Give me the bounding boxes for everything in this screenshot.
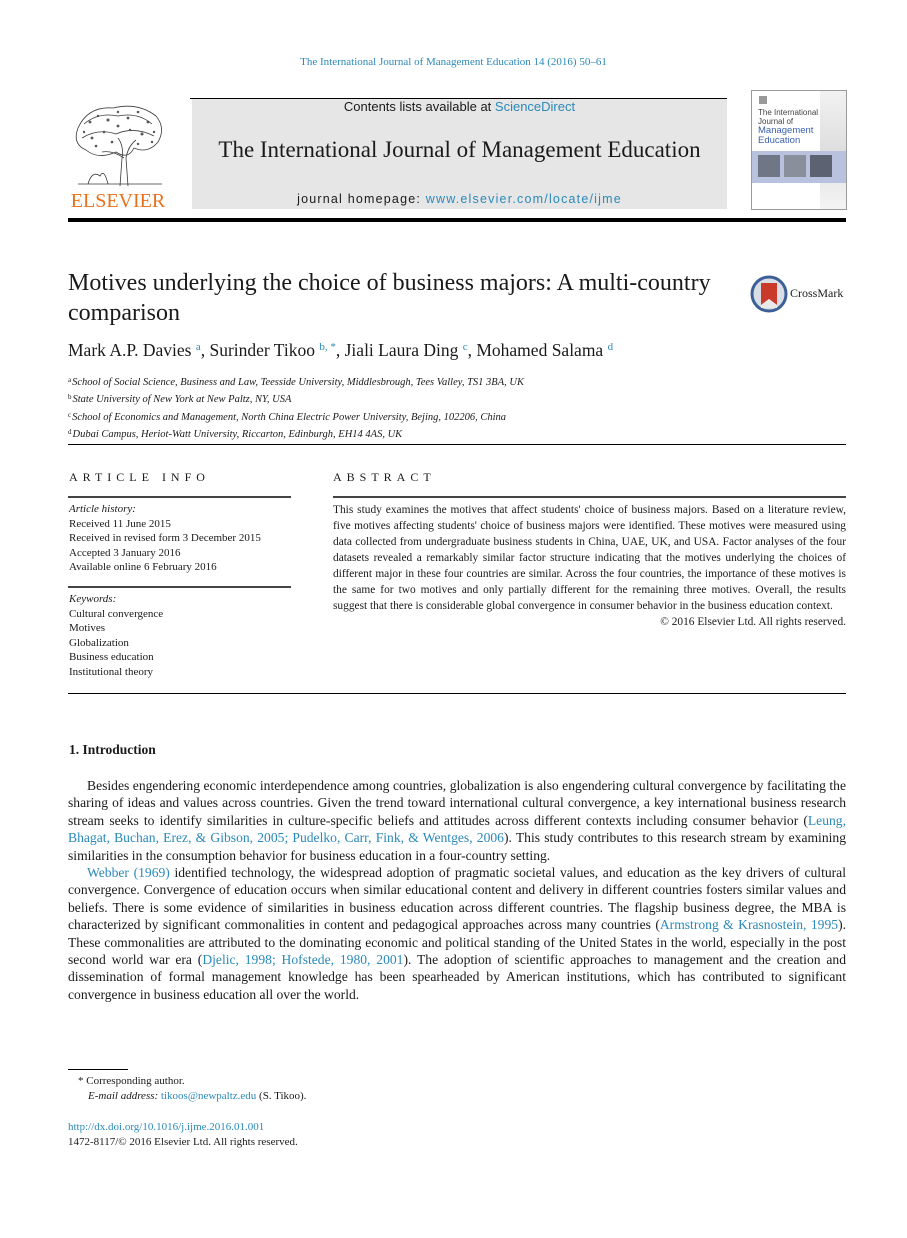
- affiliation-marker[interactable]: a: [196, 341, 201, 353]
- divider: [68, 444, 846, 445]
- crossmark-button[interactable]: CrossMark: [750, 275, 850, 313]
- affiliation-item: bState University of New York at New Pal…: [68, 390, 524, 407]
- masthead-box: Contents lists available at ScienceDirec…: [192, 99, 727, 209]
- affiliation-text: State University of New York at New Palt…: [72, 394, 292, 406]
- citation-link[interactable]: Armstrong & Krasnostein, 1995: [660, 917, 838, 932]
- email-label: E-mail address:: [88, 1090, 159, 1102]
- affiliation-text: School of Economics and Management, Nort…: [72, 411, 507, 423]
- cover-title: The International Journal of Management …: [758, 108, 818, 146]
- article-info-heading: ARTICLE INFO: [69, 470, 210, 484]
- abstract-body: This study examines the motives that aff…: [333, 502, 846, 630]
- footnote-divider: [68, 1069, 128, 1070]
- abstract-heading: ABSTRACT: [333, 470, 436, 484]
- elsevier-wordmark: ELSEVIER: [70, 190, 166, 212]
- crossmark-icon: [750, 275, 788, 313]
- affiliation-key: a: [68, 376, 72, 384]
- masthead-bottom-rule: [68, 218, 846, 222]
- cover-photo-1: [758, 155, 780, 177]
- citation-link[interactable]: Webber (1969): [87, 865, 170, 880]
- citation-link[interactable]: Djelic, 1998; Hofstede, 1980, 2001: [202, 952, 403, 967]
- keyword-item: Business education: [69, 651, 154, 664]
- divider: [333, 496, 846, 498]
- elsevier-tree-icon: [75, 105, 162, 187]
- author-list: Mark A.P. Davies a, Surinder Tikoo b, *,…: [68, 340, 614, 360]
- affiliation-marker[interactable]: b, *: [319, 341, 336, 353]
- affiliation-marker[interactable]: c: [463, 341, 468, 353]
- doi-link[interactable]: http://dx.doi.org/10.1016/j.ijme.2016.01…: [68, 1120, 298, 1135]
- corresponding-author-note: * Corresponding author.: [78, 1075, 185, 1087]
- history-item: Received in revised form 3 December 2015: [69, 532, 261, 545]
- journal-citation-link[interactable]: The International Journal of Management …: [0, 56, 907, 68]
- footnotes: * Corresponding author. E-mail address: …: [78, 1074, 306, 1104]
- paragraph: Webber (1969) identified technology, the…: [68, 864, 846, 1003]
- cover-line-4: Education: [758, 135, 801, 146]
- affiliation-item: dDubai Campus, Heriot-Watt University, R…: [68, 425, 524, 442]
- history-item: Available online 6 February 2016: [69, 561, 217, 574]
- cover-publisher-icon: [759, 96, 767, 104]
- author-name[interactable]: Surinder Tikoo: [209, 340, 315, 360]
- history-item: Received 11 June 2015: [69, 517, 171, 530]
- paragraph: Besides engendering economic interdepend…: [68, 777, 846, 864]
- affiliation-key: b: [68, 393, 72, 402]
- affiliation-text: School of Social Science, Business and L…: [72, 377, 524, 388]
- journal-cover-thumbnail[interactable]: The International Journal of Management …: [751, 90, 847, 210]
- affiliation-list: aSchool of Social Science, Business and …: [68, 373, 524, 442]
- sciencedirect-link[interactable]: ScienceDirect: [495, 99, 575, 114]
- crossmark-label: CrossMark: [790, 286, 844, 300]
- cover-line-1: The International: [758, 108, 819, 117]
- divider: [68, 693, 846, 694]
- journal-title: The International Journal of Management …: [218, 137, 701, 162]
- history-item: Accepted 3 January 2016: [69, 546, 181, 559]
- keyword-item: Motives: [69, 622, 106, 635]
- article-title: Motives underlying the choice of busines…: [68, 270, 711, 326]
- keyword-item: Institutional theory: [69, 665, 154, 678]
- affiliation-item: aSchool of Social Science, Business and …: [68, 373, 524, 390]
- journal-homepage-link[interactable]: www.elsevier.com/locate/ijme: [426, 192, 622, 206]
- cover-side-strip: [820, 91, 846, 209]
- cover-photo-3: [810, 155, 832, 177]
- cover-photo-2: [784, 155, 806, 177]
- doi-block: http://dx.doi.org/10.1016/j.ijme.2016.01…: [68, 1120, 298, 1150]
- abstract-copyright: © 2016 Elsevier Ltd. All rights reserved…: [660, 616, 846, 628]
- keywords: Keywords: Cultural convergence Motives G…: [69, 592, 163, 680]
- keyword-item: Cultural convergence: [69, 607, 164, 620]
- keyword-item: Globalization: [69, 636, 129, 649]
- affiliation-marker[interactable]: d: [608, 341, 614, 353]
- author-name[interactable]: Jiali Laura Ding: [345, 340, 459, 360]
- text-run: Besides engendering economic interdepend…: [68, 778, 846, 828]
- article-history: Article history: Received 11 June 2015 R…: [69, 502, 261, 575]
- author-name[interactable]: Mark A.P. Davies: [68, 340, 191, 360]
- contents-prefix: Contents lists available at: [343, 99, 495, 114]
- homepage-line: journal homepage: www.elsevier.com/locat…: [192, 192, 727, 206]
- divider: [68, 496, 291, 498]
- affiliation-item: cSchool of Economics and Management, Nor…: [68, 408, 524, 425]
- abstract-paragraph: This study examines the motives that aff…: [333, 504, 846, 612]
- author-name[interactable]: Mohamed Salama: [476, 340, 603, 360]
- email-note: E-mail address: tikoos@newpaltz.edu (S. …: [78, 1089, 306, 1104]
- affiliation-text: Dubai Campus, Heriot-Watt University, Ri…: [72, 428, 403, 440]
- affiliation-key: d: [68, 427, 72, 436]
- article-history-label: Article history:: [69, 503, 136, 515]
- elsevier-logo[interactable]: ELSEVIER: [68, 98, 168, 212]
- email-suffix: (S. Tikoo).: [256, 1090, 307, 1102]
- keywords-label: Keywords:: [69, 593, 117, 605]
- affiliation-key: c: [68, 410, 72, 419]
- introduction-body: Besides engendering economic interdepend…: [68, 777, 846, 1003]
- contents-line: Contents lists available at ScienceDirec…: [192, 99, 727, 114]
- email-link[interactable]: tikoos@newpaltz.edu: [161, 1090, 256, 1102]
- homepage-prefix: journal homepage:: [297, 192, 426, 206]
- section-heading-introduction: 1. Introduction: [69, 742, 156, 757]
- divider: [68, 586, 291, 588]
- issn-copyright: 1472-8117/© 2016 Elsevier Ltd. All right…: [68, 1136, 298, 1148]
